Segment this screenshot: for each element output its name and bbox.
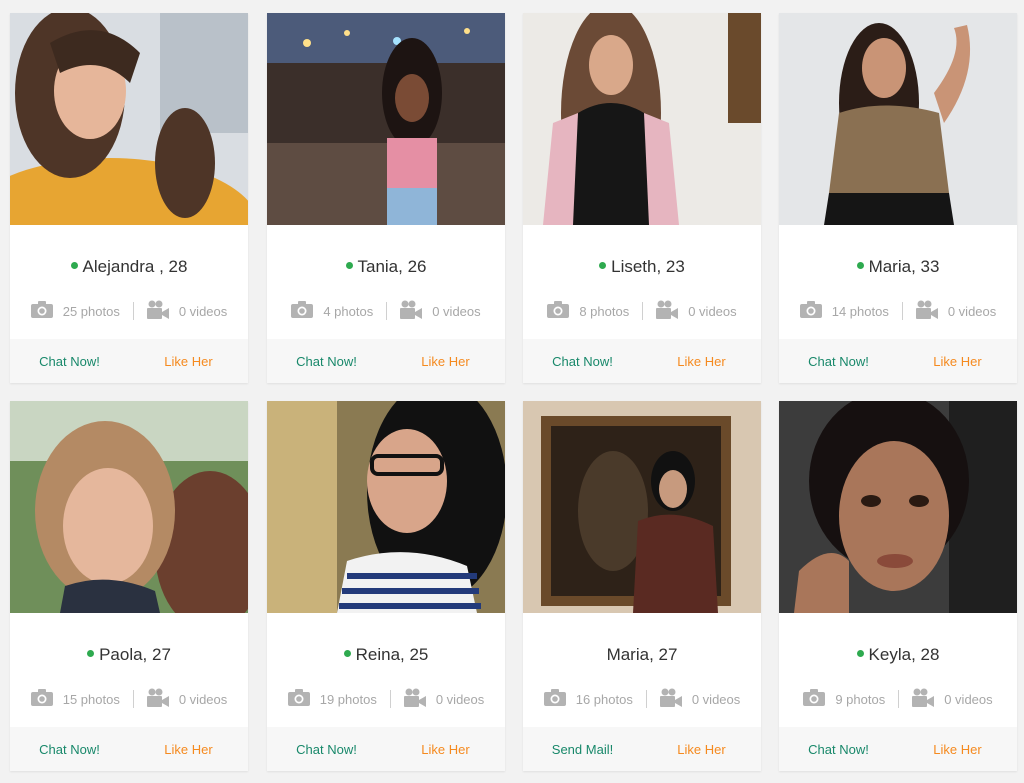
- camera-icon: [291, 301, 314, 321]
- video-camera-icon: [400, 300, 423, 322]
- online-indicator: [345, 262, 353, 270]
- profile-name: Reina, 25: [267, 645, 505, 665]
- profile-name: Liseth, 23: [523, 257, 761, 277]
- divider: [898, 690, 900, 708]
- profile-card: Liseth, 23 8 photos 0 videos Chat Now! L…: [523, 13, 761, 383]
- profile-card: Maria, 33 14 photos 0 videos Chat Now! L…: [779, 13, 1017, 383]
- like-her-button[interactable]: Like Her: [642, 354, 761, 369]
- profile-card: Maria, 27 16 photos 0 videos Send Mail! …: [523, 401, 761, 771]
- profile-name: Paola, 27: [10, 645, 248, 665]
- camera-icon: [547, 301, 570, 321]
- divider: [642, 302, 644, 320]
- photo-count[interactable]: 14 photos: [799, 301, 889, 321]
- chat-now-button[interactable]: Chat Now!: [267, 354, 386, 369]
- like-her-button[interactable]: Like Her: [129, 742, 248, 757]
- video-camera-icon: [915, 300, 938, 322]
- profile-name: Alejandra , 28: [10, 257, 248, 277]
- profile-photo[interactable]: [523, 401, 761, 613]
- online-indicator: [856, 262, 864, 270]
- profile-name: Keyla, 28: [779, 645, 1017, 665]
- profile-name: Maria, 27: [606, 645, 678, 664]
- video-count[interactable]: 0 videos: [656, 300, 737, 322]
- like-her-button[interactable]: Like Her: [898, 742, 1017, 757]
- online-indicator: [599, 262, 607, 270]
- profile-photo[interactable]: [10, 401, 248, 613]
- profile-name: Maria, 33: [779, 257, 1017, 277]
- profile-photo[interactable]: [779, 13, 1017, 225]
- photo-count[interactable]: 16 photos: [543, 689, 633, 709]
- video-camera-icon: [403, 688, 426, 710]
- divider: [901, 302, 903, 320]
- divider: [132, 690, 134, 708]
- video-camera-icon: [656, 300, 679, 322]
- online-indicator: [343, 650, 351, 658]
- profile-photo[interactable]: [523, 13, 761, 225]
- camera-icon: [30, 689, 53, 709]
- chat-now-button[interactable]: Chat Now!: [523, 354, 642, 369]
- divider: [645, 690, 647, 708]
- send-mail-button[interactable]: Send Mail!: [523, 742, 642, 757]
- profile-photo[interactable]: [267, 13, 505, 225]
- camera-icon: [287, 689, 310, 709]
- like-her-button[interactable]: Like Her: [386, 742, 505, 757]
- camera-icon: [799, 301, 822, 321]
- profile-card: Keyla, 28 9 photos 0 videos Chat Now! Li…: [779, 401, 1017, 771]
- video-count[interactable]: 0 videos: [915, 300, 996, 322]
- profile-photo[interactable]: [10, 13, 248, 225]
- video-camera-icon: [146, 688, 169, 710]
- video-camera-icon: [912, 688, 935, 710]
- profile-photo[interactable]: [779, 401, 1017, 613]
- photo-count[interactable]: 9 photos: [803, 689, 885, 709]
- divider: [386, 302, 388, 320]
- like-her-button[interactable]: Like Her: [642, 742, 761, 757]
- camera-icon: [543, 689, 566, 709]
- photo-count[interactable]: 15 photos: [30, 689, 120, 709]
- video-count[interactable]: 0 videos: [659, 688, 740, 710]
- chat-now-button[interactable]: Chat Now!: [267, 742, 386, 757]
- profile-card: Tania, 26 4 photos 0 videos Chat Now! Li…: [267, 13, 505, 383]
- photo-count[interactable]: 4 photos: [291, 301, 373, 321]
- chat-now-button[interactable]: Chat Now!: [779, 354, 898, 369]
- chat-now-button[interactable]: Chat Now!: [10, 354, 129, 369]
- video-count[interactable]: 0 videos: [403, 688, 484, 710]
- video-camera-icon: [659, 688, 682, 710]
- video-camera-icon: [146, 300, 169, 322]
- like-her-button[interactable]: Like Her: [898, 354, 1017, 369]
- divider: [132, 302, 134, 320]
- photo-count[interactable]: 8 photos: [547, 301, 629, 321]
- online-indicator: [87, 650, 95, 658]
- photo-count[interactable]: 19 photos: [287, 689, 377, 709]
- profile-card: Paola, 27 15 photos 0 videos Chat Now! L…: [10, 401, 248, 771]
- online-indicator: [856, 650, 864, 658]
- profile-photo[interactable]: [267, 401, 505, 613]
- like-her-button[interactable]: Like Her: [129, 354, 248, 369]
- profile-name: Tania, 26: [267, 257, 505, 277]
- camera-icon: [803, 689, 826, 709]
- camera-icon: [30, 301, 53, 321]
- chat-now-button[interactable]: Chat Now!: [10, 742, 129, 757]
- divider: [389, 690, 391, 708]
- like-her-button[interactable]: Like Her: [386, 354, 505, 369]
- profile-grid: Alejandra , 28 25 photos 0 videos Chat N…: [0, 0, 1024, 783]
- video-count[interactable]: 0 videos: [146, 300, 227, 322]
- profile-card: Alejandra , 28 25 photos 0 videos Chat N…: [10, 13, 248, 383]
- chat-now-button[interactable]: Chat Now!: [779, 742, 898, 757]
- video-count[interactable]: 0 videos: [400, 300, 481, 322]
- video-count[interactable]: 0 videos: [146, 688, 227, 710]
- online-indicator: [70, 262, 78, 270]
- video-count[interactable]: 0 videos: [912, 688, 993, 710]
- photo-count[interactable]: 25 photos: [30, 301, 120, 321]
- profile-card: Reina, 25 19 photos 0 videos Chat Now! L…: [267, 401, 505, 771]
